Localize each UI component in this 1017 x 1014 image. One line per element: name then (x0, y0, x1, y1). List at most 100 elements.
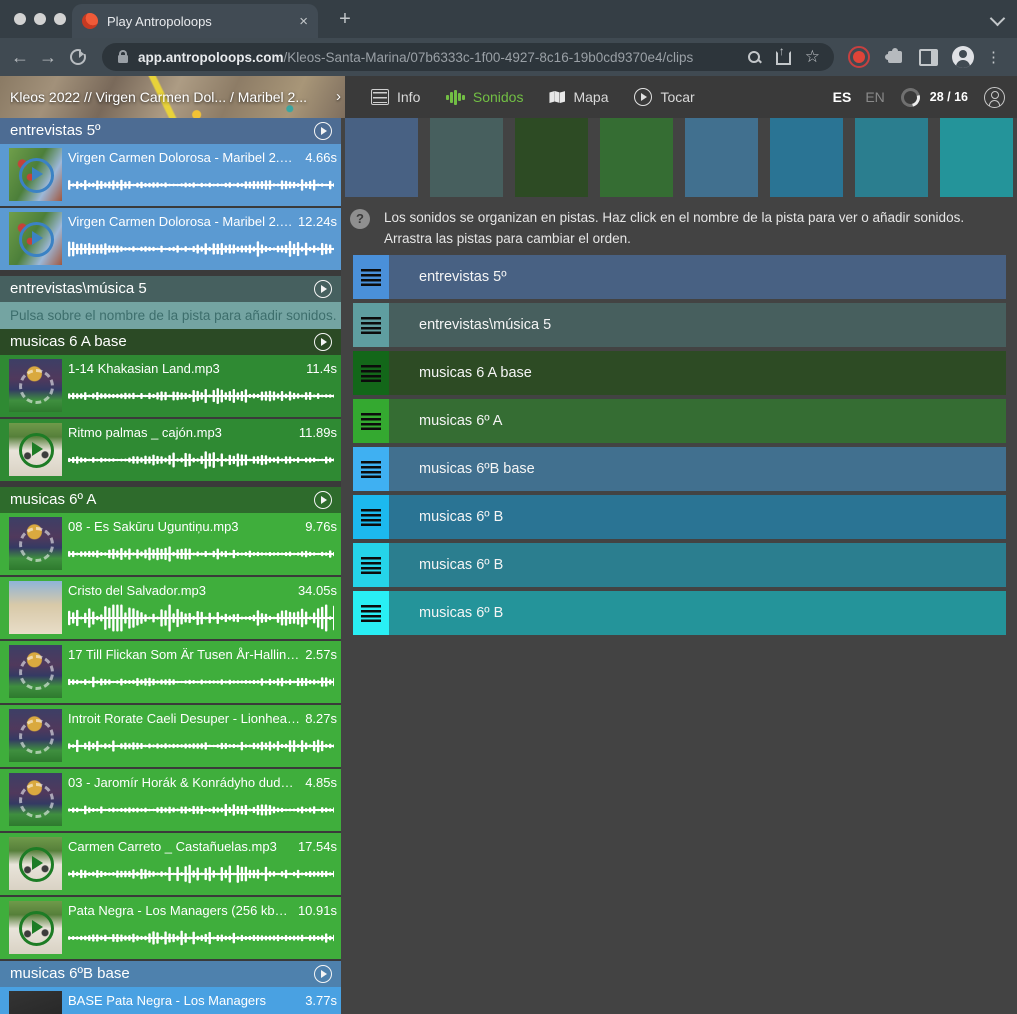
clip-title: Virgen Carmen Dolorosa - Maribel 2.mp3 (68, 150, 300, 165)
track-name-button[interactable]: musicas 6 A base (389, 351, 1006, 395)
audio-clip[interactable]: 03 - Jaromír Horák & Konrádyho dudácká .… (0, 769, 341, 831)
clip-head: Virgen Carmen Dolorosa - Maribel 2.mp312… (68, 214, 337, 229)
track-name-button[interactable]: musicas 6ºB base (389, 447, 1006, 491)
audio-clip[interactable]: 17 Till Flickan Som Är Tusen År-Halling … (0, 641, 341, 703)
section-play-button[interactable] (314, 333, 332, 351)
audio-clip[interactable]: Pata Negra - Los Managers (256 kbps).mp3… (0, 897, 341, 959)
section-header[interactable]: musicas 6º A (0, 487, 341, 513)
back-button[interactable]: ← (6, 47, 34, 68)
audio-clip[interactable]: Ritmo palmas _ cajón.mp311.89s (0, 419, 341, 481)
clip-play-icon[interactable] (19, 433, 54, 468)
forward-button[interactable]: → (34, 47, 62, 68)
audio-clip[interactable]: Cristo del Salvador.mp334.05s (0, 577, 341, 639)
section-play-button[interactable] (314, 965, 332, 983)
bookmark-star-icon[interactable]: ☆ (805, 47, 820, 67)
track-name-button[interactable]: entrevistas\música 5 (389, 303, 1006, 347)
lang-en-button[interactable]: EN (865, 89, 884, 105)
clip-duration: 8.27s (305, 711, 337, 726)
new-tab-button[interactable]: + (332, 7, 358, 33)
clips-sidebar: entrevistas 5ºVirgen Carmen Dolorosa - M… (0, 118, 341, 1014)
clip-title: Pata Negra - Los Managers (256 kbps).mp3 (68, 903, 293, 918)
track-row[interactable]: musicas 6º A (353, 399, 1006, 443)
track-name-button[interactable]: musicas 6º A (389, 399, 1006, 443)
profile-avatar[interactable] (952, 46, 974, 68)
track-list: entrevistas 5ºentrevistas\música 5musica… (353, 255, 1006, 639)
track-name-button[interactable]: musicas 6º B (389, 495, 1006, 539)
section-header[interactable]: musicas 6 A base (0, 329, 341, 355)
section-play-button[interactable] (314, 122, 332, 140)
track-row[interactable]: entrevistas\música 5 (353, 303, 1006, 347)
track-name-button[interactable]: musicas 6º B (389, 543, 1006, 587)
track-drag-handle[interactable] (353, 543, 389, 587)
track-row[interactable]: musicas 6º B (353, 543, 1006, 587)
track-name-button[interactable]: entrevistas 5º (389, 255, 1006, 299)
clip-duration: 9.76s (305, 519, 337, 534)
tab-mapa[interactable]: Mapa (549, 89, 608, 105)
clip-play-icon[interactable] (19, 847, 54, 882)
section-header[interactable]: entrevistas 5º (0, 118, 341, 144)
url-text[interactable]: app.antropoloops.com/Kleos-Santa-Marina/… (138, 50, 744, 65)
clip-play-icon[interactable] (19, 911, 54, 946)
clip-loading-icon[interactable] (19, 719, 54, 754)
audio-clip[interactable]: Carmen Carreto _ Castañuelas.mp317.54s (0, 833, 341, 895)
clip-loading-icon[interactable] (19, 655, 54, 690)
zoom-window-button[interactable] (54, 13, 66, 25)
account-icon[interactable] (984, 87, 1005, 108)
record-extension-icon[interactable] (848, 46, 870, 68)
tab-search-chevron-icon[interactable] (990, 11, 1006, 27)
app-nav-bar: Kleos 2022 // Virgen Carmen Dol... / Mar… (0, 76, 1017, 118)
tab-info[interactable]: Info (371, 89, 420, 105)
extensions-puzzle-icon[interactable] (888, 51, 902, 63)
section-header[interactable]: musicas 6ºB base (0, 961, 341, 987)
clip-play-icon[interactable] (19, 158, 54, 193)
track-row[interactable]: musicas 6 A base (353, 351, 1006, 395)
clip-loading-icon[interactable] (19, 783, 54, 818)
close-window-button[interactable] (14, 13, 26, 25)
project-breadcrumb-map[interactable]: Kleos 2022 // Virgen Carmen Dol... / Mar… (0, 76, 345, 118)
track-row[interactable]: musicas 6º B (353, 495, 1006, 539)
audio-clip[interactable]: Introit Rorate Caeli Desuper - Lionheart… (0, 705, 341, 767)
track-name-button[interactable]: musicas 6º B (389, 591, 1006, 635)
audio-clip[interactable]: Virgen Carmen Dolorosa - Maribel 2.mp312… (0, 208, 341, 270)
browser-tab[interactable]: Play Antropoloops × (72, 4, 318, 38)
address-bar[interactable]: app.antropoloops.com/Kleos-Santa-Marina/… (102, 43, 834, 71)
track-row[interactable]: musicas 6ºB base (353, 447, 1006, 491)
track-drag-handle[interactable] (353, 255, 389, 299)
tab-sonidos[interactable]: Sonidos (446, 89, 523, 105)
lang-es-button[interactable]: ES (833, 89, 852, 105)
clip-waveform (68, 731, 334, 761)
audio-clip[interactable]: 1-14 Khakasian Land.mp311.4s (0, 355, 341, 417)
track-drag-handle[interactable] (353, 495, 389, 539)
clip-title: 03 - Jaromír Horák & Konrádyho dudácká .… (68, 775, 300, 790)
clip-play-icon[interactable] (19, 222, 54, 257)
lock-icon[interactable] (118, 55, 128, 63)
clip-duration: 3.77s (305, 993, 337, 1008)
section-name: entrevistas\música 5 (10, 280, 147, 297)
section-header[interactable]: entrevistas\música 5 (0, 276, 341, 302)
track-drag-handle[interactable] (353, 591, 389, 635)
track-row[interactable]: entrevistas 5º (353, 255, 1006, 299)
tab-tocar[interactable]: Tocar (634, 88, 694, 106)
reload-button[interactable] (70, 49, 86, 65)
clip-waveform (68, 603, 334, 633)
drag-grip-icon (361, 509, 381, 526)
side-panel-icon[interactable] (919, 49, 938, 66)
clip-loading-icon[interactable] (19, 527, 54, 562)
browser-menu-icon[interactable]: ⋮ (986, 48, 1001, 66)
track-drag-handle[interactable] (353, 303, 389, 347)
zoom-search-icon[interactable] (748, 51, 760, 63)
track-drag-handle[interactable] (353, 351, 389, 395)
tab-close-icon[interactable]: × (299, 13, 308, 30)
audio-clip[interactable]: 08 - Es Sakūru Uguntiņu.mp39.76s (0, 513, 341, 575)
track-drag-handle[interactable] (353, 447, 389, 491)
section-play-button[interactable] (314, 280, 332, 298)
section-play-button[interactable] (314, 491, 332, 509)
minimize-window-button[interactable] (34, 13, 46, 25)
track-drag-handle[interactable] (353, 399, 389, 443)
clip-title: Ritmo palmas _ cajón.mp3 (68, 425, 294, 440)
clip-loading-icon[interactable] (19, 369, 54, 404)
audio-clip[interactable]: Virgen Carmen Dolorosa - Maribel 2.mp34.… (0, 144, 341, 206)
share-icon[interactable] (776, 51, 791, 65)
track-row[interactable]: musicas 6º B (353, 591, 1006, 635)
audio-clip[interactable]: BASE Pata Negra - Los Managers3.77s (0, 987, 341, 1014)
